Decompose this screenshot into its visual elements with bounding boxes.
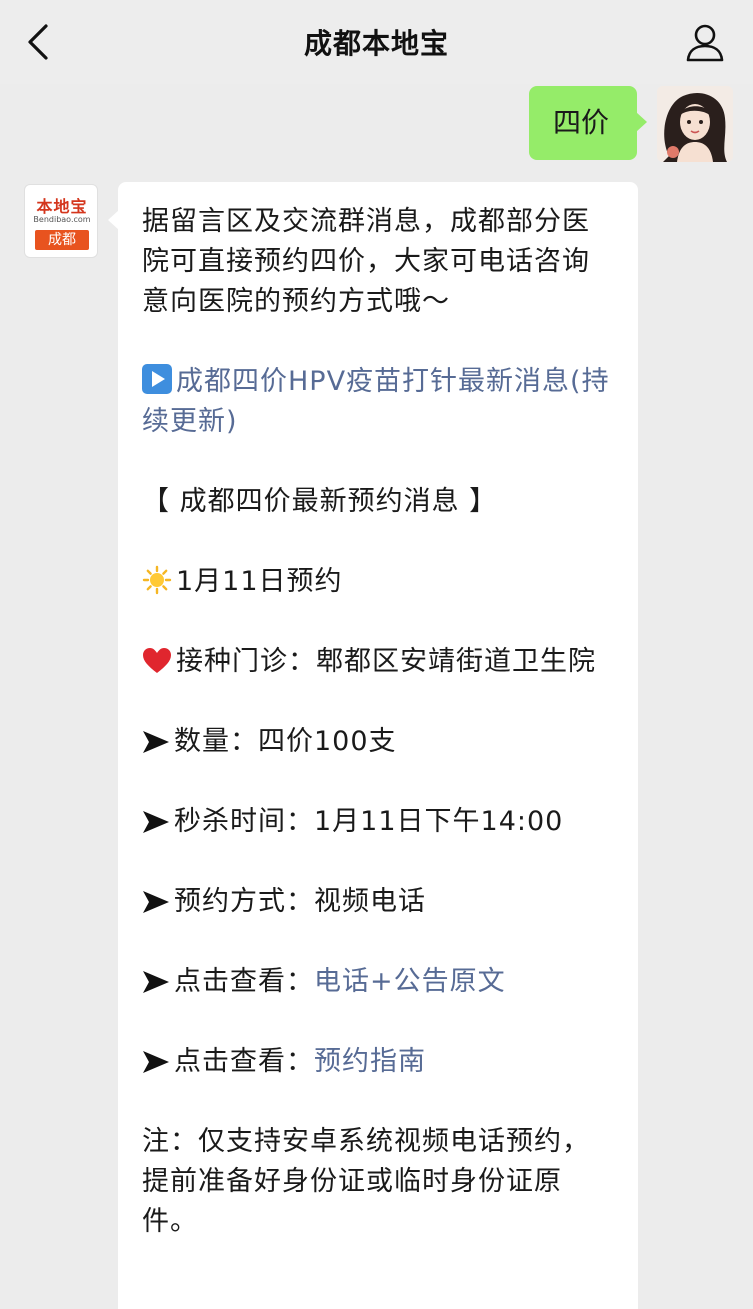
top-bar: 成都本地宝 [0, 0, 753, 84]
note-text: 注：仅支持安卓系统视频电话预约，提前准备好身份证或临时身份证原件。 [142, 1126, 590, 1237]
method-text: 预约方式：视频电话 [174, 886, 426, 917]
intro-text: 据留言区及交流群消息，成都部分医院可直接预约四价，大家可电话咨询意向医院的预约方… [142, 206, 590, 317]
view-guide-line: 点击查看：预约指南 [142, 1042, 616, 1082]
clinic-text: 接种门诊：郫都区安靖街道卫生院 [176, 646, 596, 677]
sun-icon [142, 565, 172, 595]
article-link-line: 成都四价HPV疫苗打针最新消息(持续更新) [142, 362, 616, 442]
avatar-illustration [657, 86, 733, 162]
outgoing-message-row: 四价 [433, 86, 733, 162]
article-link[interactable]: 成都四价HPV疫苗打针最新消息(持续更新) [142, 366, 610, 437]
seckill-text: 秒杀时间：1月11日下午14:00 [174, 806, 564, 837]
arrow-right-icon [143, 1051, 169, 1073]
view-label: 点击查看： [174, 966, 314, 997]
brand-logo-text: 本地宝 [36, 197, 88, 216]
arrow-right-icon [143, 731, 169, 753]
brand-city-label: 成都 [35, 230, 89, 250]
date-text: 1月11日预约 [176, 566, 343, 597]
quantity-text: 数量：四价100支 [174, 726, 397, 757]
arrow-right-icon [143, 891, 169, 913]
user-avatar[interactable] [657, 86, 733, 162]
play-icon [142, 364, 172, 394]
guide-link[interactable]: 预约指南 [314, 1046, 426, 1077]
clinic-line: 接种门诊：郫都区安靖街道卫生院 [142, 642, 616, 682]
announcement-link[interactable]: 电话+公告原文 [314, 966, 506, 997]
seckill-line: 秒杀时间：1月11日下午14:00 [142, 802, 616, 842]
arrow-right-icon [143, 971, 169, 993]
method-line: 预约方式：视频电话 [142, 882, 616, 922]
quantity-line: 数量：四价100支 [142, 722, 616, 762]
brand-site-text: Bendibao.com [33, 215, 91, 224]
page-title: 成都本地宝 [303, 27, 449, 60]
view-label: 点击查看： [174, 1046, 314, 1077]
view-announcement-line: 点击查看：电话+公告原文 [142, 962, 616, 1002]
profile-button[interactable] [683, 20, 727, 64]
heart-icon [143, 648, 171, 673]
incoming-message-bubble: 据留言区及交流群消息，成都部分医院可直接预约四价，大家可电话咨询意向医院的预约方… [108, 182, 638, 1309]
brand-avatar[interactable]: 本地宝 Bendibao.com 成都 [24, 184, 98, 258]
section-title: 【 成都四价最新预约消息 】 [142, 486, 498, 517]
outgoing-message-bubble[interactable]: 四价 [529, 86, 647, 160]
person-icon [686, 24, 724, 62]
date-line: 1月11日预约 [142, 562, 616, 602]
arrow-right-icon [143, 811, 169, 833]
